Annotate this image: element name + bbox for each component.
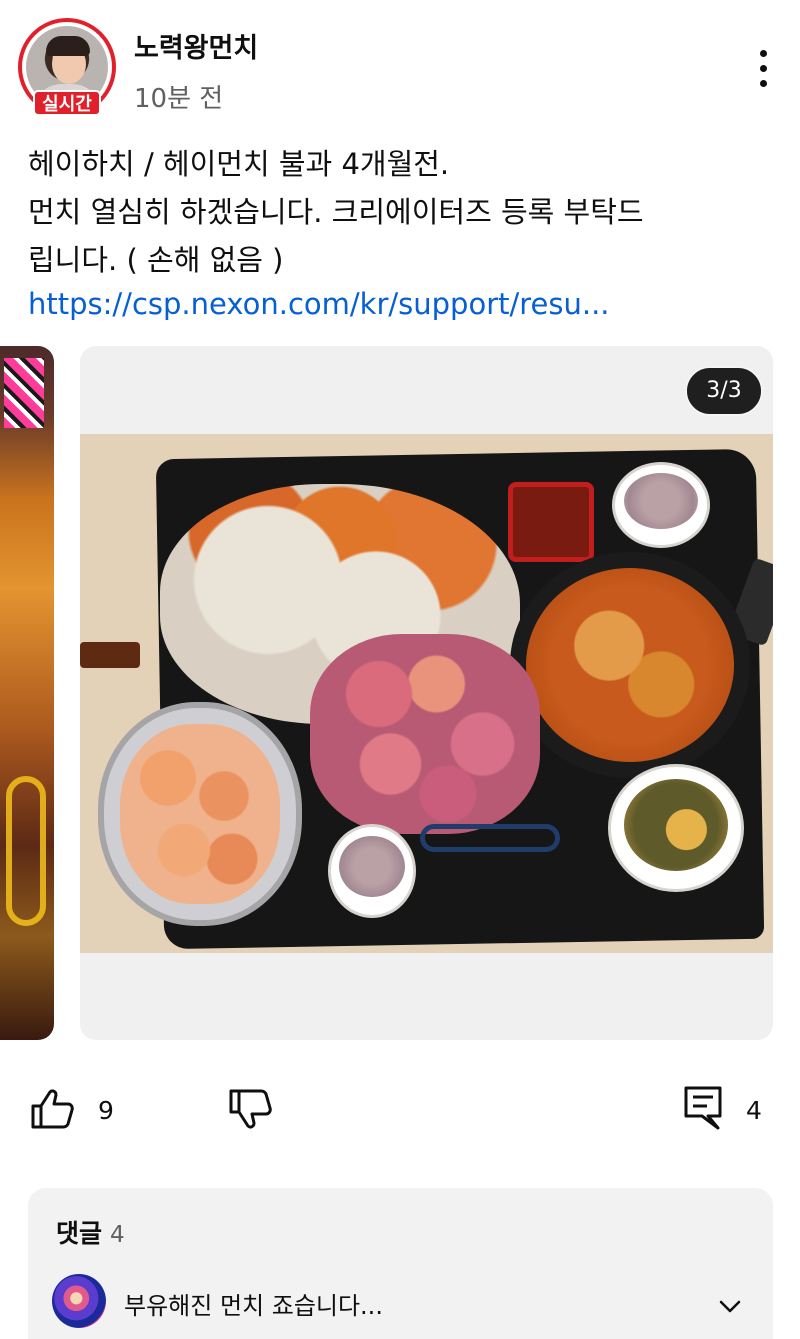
post-line: 헤이하치 / 헤이먼치 불과 4개월전.	[28, 147, 450, 181]
post-link[interactable]: https://csp.nexon.com/kr/support/resu...	[28, 284, 610, 324]
image-card[interactable]: 3/3	[80, 346, 773, 1040]
channel-name[interactable]: 노력왕먼치	[134, 26, 258, 65]
image-counter: 3/3	[685, 366, 763, 416]
comment-preview[interactable]: 부유해진 먼치 죠습니다...	[124, 1286, 383, 1321]
commenter-avatar[interactable]	[52, 1274, 106, 1328]
photo-rice-bowl	[328, 824, 416, 918]
photo-shrimp-tray	[98, 702, 302, 926]
channel-avatar[interactable]: 실시간	[18, 18, 116, 118]
photo-sauce	[508, 482, 594, 562]
post-body: 헤이하치 / 헤이먼치 불과 4개월전. 먼치 열심히 하겠습니다. 크리에이터…	[28, 140, 772, 284]
thumbs-down-icon[interactable]	[228, 1088, 272, 1130]
previous-image-card[interactable]	[0, 346, 54, 1040]
photo-rice-bowl	[612, 462, 710, 548]
photo-pan	[510, 552, 750, 778]
chevron-down-icon[interactable]	[716, 1292, 744, 1320]
like-count: 9	[98, 1096, 114, 1125]
photo-scissors	[420, 824, 560, 852]
photo-kimchi-bowl	[608, 764, 744, 892]
post-line: 먼치 열심히 하겠습니다. 크리에이터즈 등록 부탁드	[28, 195, 644, 229]
previous-image-detail	[6, 776, 46, 926]
comment-icon[interactable]	[684, 1086, 722, 1130]
post-image	[80, 434, 773, 953]
photo-bottle	[80, 642, 140, 668]
comments-header: 댓글 4	[56, 1214, 125, 1250]
comments-panel[interactable]: 댓글 4 부유해진 먼치 죠습니다...	[28, 1188, 773, 1339]
photo-scallops	[310, 634, 540, 834]
avatar-hair	[46, 36, 90, 56]
comments-title: 댓글	[56, 1219, 103, 1248]
thumbs-up-icon[interactable]	[30, 1088, 74, 1130]
menu-dot	[760, 80, 767, 87]
comments-count: 4	[110, 1222, 125, 1248]
post-time: 10분 전	[134, 84, 224, 114]
menu-dot	[760, 50, 767, 57]
menu-dot	[760, 65, 767, 72]
post-line: 립니다. ( 손해 없음 )	[28, 243, 284, 277]
previous-image-detail	[4, 358, 44, 428]
comment-count: 4	[746, 1096, 762, 1125]
more-options-icon[interactable]	[750, 44, 778, 94]
live-badge: 실시간	[33, 90, 101, 116]
